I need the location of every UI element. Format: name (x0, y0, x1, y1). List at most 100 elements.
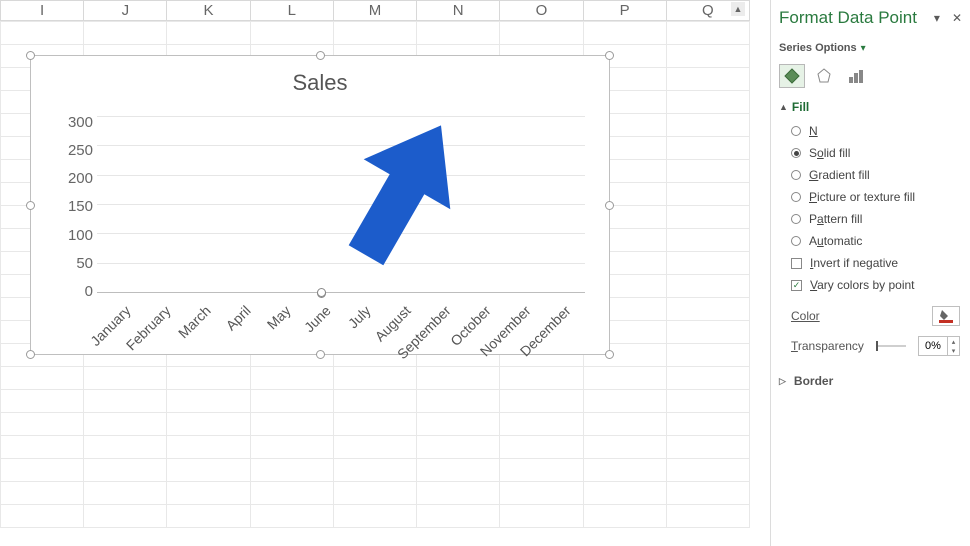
fill-section-header[interactable]: ▲Fill (779, 100, 962, 114)
cell[interactable] (583, 22, 666, 45)
resize-handle[interactable] (26, 201, 35, 210)
cell[interactable] (84, 22, 167, 45)
cell[interactable] (417, 22, 500, 45)
cell[interactable] (666, 68, 749, 91)
cell[interactable] (250, 22, 333, 45)
cell[interactable] (84, 482, 167, 505)
cell[interactable] (666, 275, 749, 298)
cell[interactable] (167, 22, 250, 45)
cell[interactable] (84, 413, 167, 436)
cell[interactable] (250, 459, 333, 482)
cell[interactable] (583, 505, 666, 528)
cell[interactable] (167, 505, 250, 528)
cell[interactable] (666, 229, 749, 252)
cell[interactable] (167, 390, 250, 413)
cell[interactable] (417, 390, 500, 413)
cell[interactable] (500, 505, 583, 528)
cell[interactable] (167, 367, 250, 390)
cell[interactable] (167, 413, 250, 436)
scroll-up-arrow[interactable]: ▲ (731, 2, 745, 16)
cell[interactable] (666, 413, 749, 436)
cell[interactable] (666, 183, 749, 206)
cell[interactable] (167, 436, 250, 459)
cell[interactable] (84, 505, 167, 528)
chart-object[interactable]: Sales 050100150200250300 JanuaryFebruary… (30, 55, 610, 355)
fill-option-automatic[interactable]: Automatic (791, 230, 962, 252)
cell[interactable] (666, 206, 749, 229)
invert-if-negative-checkbox[interactable]: Invert if negative (791, 252, 962, 274)
cell[interactable] (1, 22, 84, 45)
cell[interactable] (1, 367, 84, 390)
cell[interactable] (666, 505, 749, 528)
pane-dropdown-icon[interactable]: ▾ (934, 11, 940, 25)
cell[interactable] (84, 390, 167, 413)
cell[interactable] (500, 482, 583, 505)
cell[interactable] (1, 505, 84, 528)
cell[interactable] (333, 22, 416, 45)
cell[interactable] (1, 436, 84, 459)
cell[interactable] (333, 482, 416, 505)
plot-area[interactable]: JanuaryFebruaryMarchAprilMayJuneJulyAugu… (97, 116, 585, 293)
border-section-header[interactable]: ▷Border (779, 374, 962, 388)
resize-handle[interactable] (316, 51, 325, 60)
cell[interactable] (250, 367, 333, 390)
cell[interactable] (84, 367, 167, 390)
cell[interactable] (1, 413, 84, 436)
cell[interactable] (666, 298, 749, 321)
cell[interactable] (583, 436, 666, 459)
cell[interactable] (583, 390, 666, 413)
cell[interactable] (167, 482, 250, 505)
cell[interactable] (333, 390, 416, 413)
cell[interactable] (666, 459, 749, 482)
cell[interactable] (250, 413, 333, 436)
column-header[interactable]: N (417, 1, 500, 21)
cell[interactable] (250, 505, 333, 528)
cell[interactable] (417, 367, 500, 390)
cell[interactable] (500, 436, 583, 459)
cell[interactable] (583, 367, 666, 390)
resize-handle[interactable] (26, 350, 35, 359)
resize-handle[interactable] (605, 350, 614, 359)
column-header[interactable]: L (250, 1, 333, 21)
cell[interactable] (417, 505, 500, 528)
cell[interactable] (666, 22, 749, 45)
vary-colors-checkbox[interactable]: Vary colors by point (791, 274, 962, 296)
cell[interactable] (583, 413, 666, 436)
cell[interactable] (333, 413, 416, 436)
pane-close-icon[interactable]: ✕ (952, 11, 962, 25)
effects-icon[interactable] (811, 64, 837, 88)
cell[interactable] (417, 413, 500, 436)
fill-color-picker[interactable] (932, 306, 960, 326)
chart-title[interactable]: Sales (37, 62, 603, 96)
fill-option-picture-fill[interactable]: Picture or texture fill (791, 186, 962, 208)
cell[interactable] (666, 367, 749, 390)
transparency-spinner[interactable]: ▴▾ (918, 336, 960, 356)
cell[interactable] (1, 459, 84, 482)
cell[interactable] (500, 22, 583, 45)
fill-line-icon[interactable] (779, 64, 805, 88)
cell[interactable] (666, 321, 749, 344)
column-header[interactable]: J (84, 1, 167, 21)
cell[interactable] (500, 367, 583, 390)
cell[interactable] (1, 482, 84, 505)
worksheet-grid[interactable]: IJKLMNOPQ ▲ Sales 050100150200250300 Jan… (0, 0, 750, 546)
column-header[interactable]: M (333, 1, 416, 21)
cell[interactable] (666, 344, 749, 367)
resize-handle[interactable] (26, 51, 35, 60)
cell[interactable] (666, 390, 749, 413)
series-options-dropdown[interactable]: Series Options▾ (779, 42, 962, 54)
cell[interactable] (666, 137, 749, 160)
cell[interactable] (333, 459, 416, 482)
cell[interactable] (500, 390, 583, 413)
cell[interactable] (333, 367, 416, 390)
resize-handle[interactable] (605, 201, 614, 210)
cell[interactable] (666, 482, 749, 505)
cell[interactable] (583, 482, 666, 505)
series-options-icon[interactable] (843, 64, 869, 88)
cell[interactable] (333, 505, 416, 528)
cell[interactable] (84, 436, 167, 459)
column-header[interactable]: K (167, 1, 250, 21)
cell[interactable] (333, 436, 416, 459)
cell[interactable] (666, 114, 749, 137)
column-header[interactable]: P (583, 1, 666, 21)
